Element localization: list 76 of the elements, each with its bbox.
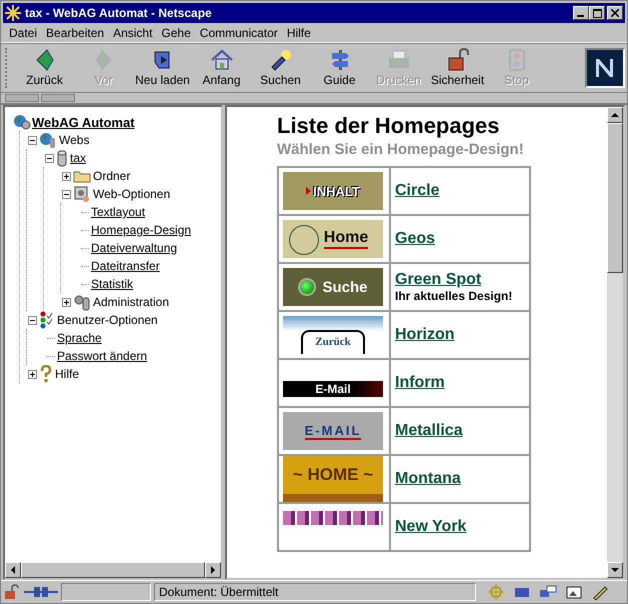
tree-link[interactable]: Sprache (57, 331, 102, 345)
close-icon (611, 9, 619, 17)
expand-toggle[interactable] (62, 172, 71, 180)
cylinder-icon (56, 149, 68, 167)
left-arrow-icon (9, 566, 17, 574)
horizontal-scrollbar[interactable] (5, 562, 221, 578)
toolbar-button[interactable]: Zurück (15, 46, 74, 90)
traffic-light-icon (39, 311, 55, 329)
toolbar-button[interactable]: Anfang (192, 46, 251, 90)
maximize-button[interactable] (589, 6, 605, 20)
ring-icon (289, 225, 319, 255)
banner-text: E-MAIL (304, 422, 362, 440)
tree-item[interactable]: Hilfe (55, 367, 80, 381)
down-arrow-icon (611, 566, 619, 574)
banner-text: INHALT (313, 184, 360, 198)
banner-text: Zurück (301, 330, 365, 354)
menu-item[interactable]: Communicator (200, 26, 278, 40)
globe-gear-icon (13, 114, 31, 130)
collapse-toggle[interactable] (62, 190, 71, 198)
tree-link[interactable]: Dateiverwaltung (91, 241, 178, 255)
tree-item[interactable]: Web-Optionen (93, 187, 170, 201)
picture-icon[interactable] (565, 584, 583, 600)
menu-item[interactable]: Gehe (161, 26, 191, 40)
vertical-scrollbar[interactable] (607, 107, 623, 578)
collapse-toggle[interactable] (45, 154, 54, 162)
up-arrow-icon (611, 111, 619, 119)
logo-icon (585, 48, 625, 88)
app-icon (5, 5, 21, 21)
banner-text: Home (324, 229, 368, 249)
banner-text: ~ HOME ~ (292, 465, 374, 485)
page-heading: Liste der Homepages (277, 113, 501, 139)
tree-link[interactable]: Statistik (91, 277, 134, 291)
current-design-note: Ihr aktuelles Design! (395, 289, 514, 303)
tree-item[interactable]: Webs (59, 133, 90, 147)
globe-icon (39, 132, 57, 148)
question-mark-icon (39, 365, 53, 383)
right-arrow-icon (209, 566, 217, 574)
menu-item[interactable]: Datei (9, 26, 38, 40)
tree-link[interactable]: Dateitransfer (91, 259, 160, 273)
banner-text: Suche (322, 278, 368, 296)
connection-icon (24, 584, 58, 600)
toolbar-button[interactable]: Sicherheit (428, 46, 487, 90)
tree-root[interactable]: WebAG Automat (32, 114, 135, 130)
toolbar-button[interactable]: Guide (310, 46, 369, 90)
collapse-toggle[interactable] (28, 136, 37, 144)
tree-link[interactable]: Passwort ändern (57, 349, 148, 363)
menu-item[interactable]: Ansicht (113, 26, 152, 40)
menu-item[interactable]: Bearbeiten (46, 26, 104, 40)
expand-toggle[interactable] (62, 298, 71, 306)
pen-icon[interactable] (591, 584, 609, 600)
tree-item[interactable]: Administration (93, 295, 170, 309)
folder-icon (73, 169, 91, 183)
maximize-icon (592, 8, 602, 18)
banner-text: E-Mail (315, 382, 351, 396)
minimize-button[interactable] (573, 6, 589, 20)
tree-item[interactable]: Benutzer-Optionen (57, 313, 158, 327)
padlock-icon (446, 48, 470, 72)
design-link[interactable]: Green Spot (395, 271, 525, 289)
flashlight-icon (268, 48, 292, 72)
toolbar-button[interactable]: Suchen (251, 46, 310, 90)
tree-link[interactable]: tax (70, 151, 86, 165)
toolbar-button[interactable]: Neu laden (133, 46, 192, 90)
dot-icon (298, 278, 316, 296)
tree-item[interactable]: Ordner (93, 169, 130, 183)
page-subtitle: Wählen Sie ein Homepage-Design! (277, 141, 525, 158)
expand-toggle[interactable] (28, 370, 37, 378)
tree-link[interactable]: Homepage-Design (91, 223, 192, 237)
tree-link[interactable]: Textlayout (91, 205, 146, 219)
status-text: Dokument: Übermittelt (154, 583, 476, 601)
window-title: tax - WebAG Automat - Netscape (25, 6, 213, 20)
home-icon (210, 48, 234, 72)
chat-icon[interactable] (539, 584, 557, 600)
padlock-icon (3, 584, 21, 600)
collapse-toggle[interactable] (28, 316, 37, 324)
close-button[interactable] (607, 6, 623, 20)
menu-item[interactable]: Hilfe (286, 26, 311, 40)
